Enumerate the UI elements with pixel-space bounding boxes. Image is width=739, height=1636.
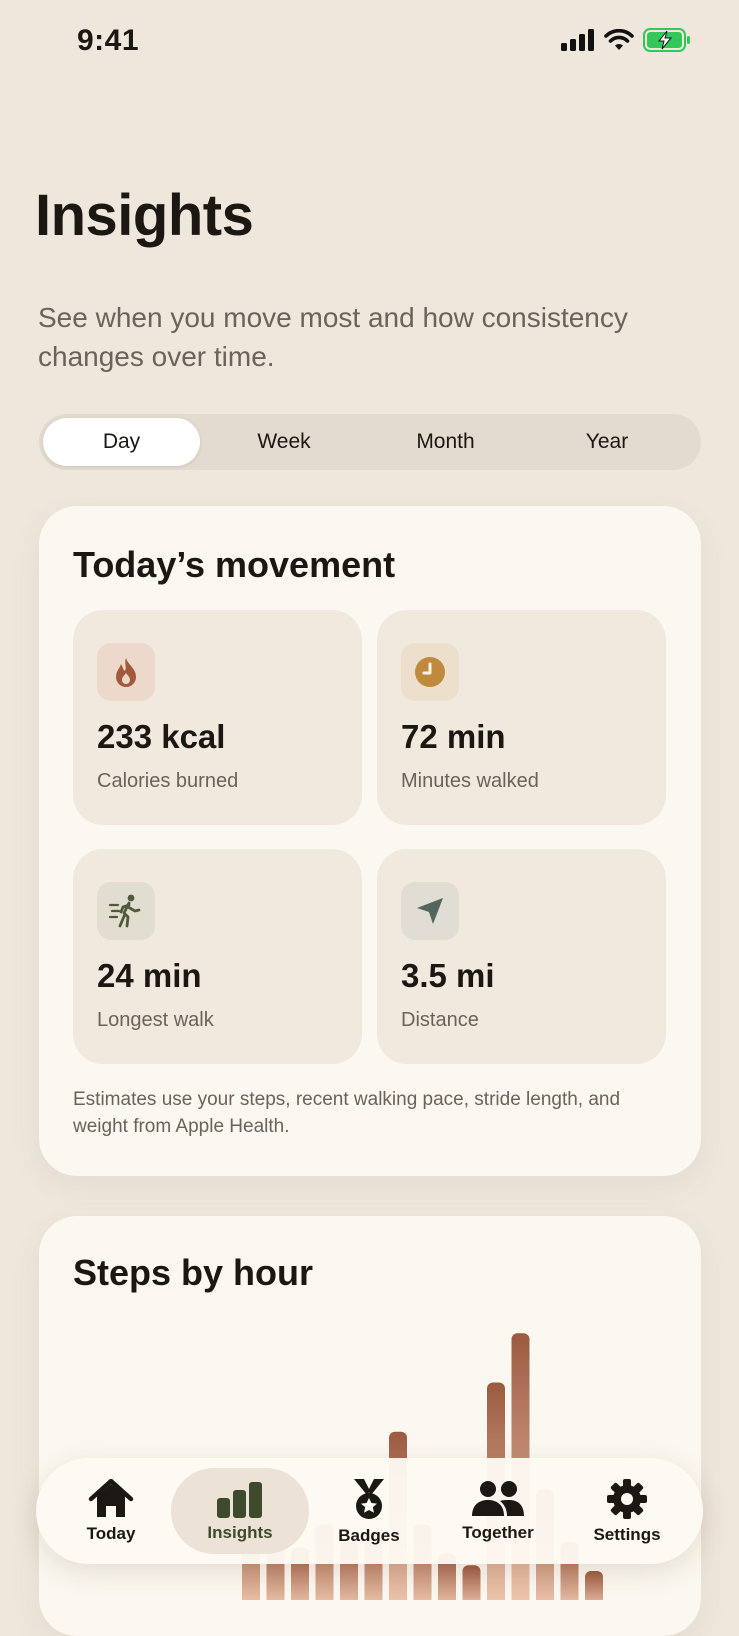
status-icons [561, 28, 691, 52]
page-title: Insights [35, 183, 254, 248]
tab-label: Together [462, 1522, 534, 1542]
metric-calories[interactable]: 233 kcal Calories burned [73, 610, 362, 825]
metric-longest-walk[interactable]: 24 min Longest walk [73, 849, 362, 1064]
cellular-signal-icon [561, 29, 594, 51]
steps-by-hour-card: Steps by hour [39, 1216, 701, 1636]
segment-year[interactable]: Year [531, 418, 683, 466]
page-subtitle: See when you move most and how consisten… [38, 302, 628, 372]
metric-label: Distance [401, 1009, 479, 1031]
metric-value: 72 min [401, 718, 506, 755]
steps-bar [585, 1571, 603, 1600]
battery-charging-icon [643, 28, 690, 52]
estimates-footnote: Estimates use your steps, recent walking… [73, 1089, 621, 1137]
tab-label: Today [86, 1523, 136, 1543]
segment-week[interactable]: Week [208, 418, 360, 466]
todays-movement-card: Today’s movement 233 kcal Calories burne… [39, 506, 701, 1176]
metric-value: 3.5 mi [401, 957, 495, 994]
segment-month[interactable]: Month [368, 418, 523, 466]
wifi-icon [604, 29, 634, 50]
metric-value: 233 kcal [97, 718, 226, 755]
tab-settings[interactable]: Settings [558, 1468, 696, 1554]
range-segmented-control: Day Week Month Year [39, 414, 701, 470]
metric-distance[interactable]: 3.5 mi Distance [377, 849, 666, 1064]
medal-icon [354, 1478, 384, 1519]
tab-badges[interactable]: Badges [300, 1468, 438, 1554]
status-bar: 9:41 [0, 0, 739, 84]
house-icon [88, 1478, 134, 1517]
people-icon [472, 1480, 524, 1516]
metric-label: Calories burned [97, 770, 239, 792]
bar-chart-icon [217, 1481, 262, 1518]
metric-label: Minutes walked [401, 770, 539, 792]
steps-bar [462, 1565, 481, 1600]
tab-label: Badges [338, 1525, 400, 1545]
gear-icon [607, 1478, 647, 1519]
tab-bar: Today Insights Badges Together Settings [36, 1458, 703, 1564]
metric-minutes-walked[interactable]: 72 min Minutes walked [377, 610, 666, 825]
status-time: 9:41 [77, 24, 140, 57]
tab-label: Settings [593, 1524, 661, 1544]
tab-insights[interactable]: Insights [171, 1468, 309, 1554]
metric-value: 24 min [97, 957, 202, 994]
walking-figure-icon [97, 882, 155, 940]
todays-movement-title: Today’s movement [73, 544, 396, 585]
tab-label: Insights [207, 1522, 273, 1542]
location-arrow-icon [401, 882, 459, 940]
clock-icon [401, 643, 459, 701]
tab-together[interactable]: Together [429, 1468, 567, 1554]
flame-icon [97, 643, 155, 701]
tab-today[interactable]: Today [42, 1468, 180, 1554]
segment-day[interactable]: Day [43, 418, 200, 466]
metric-label: Longest walk [97, 1009, 214, 1031]
